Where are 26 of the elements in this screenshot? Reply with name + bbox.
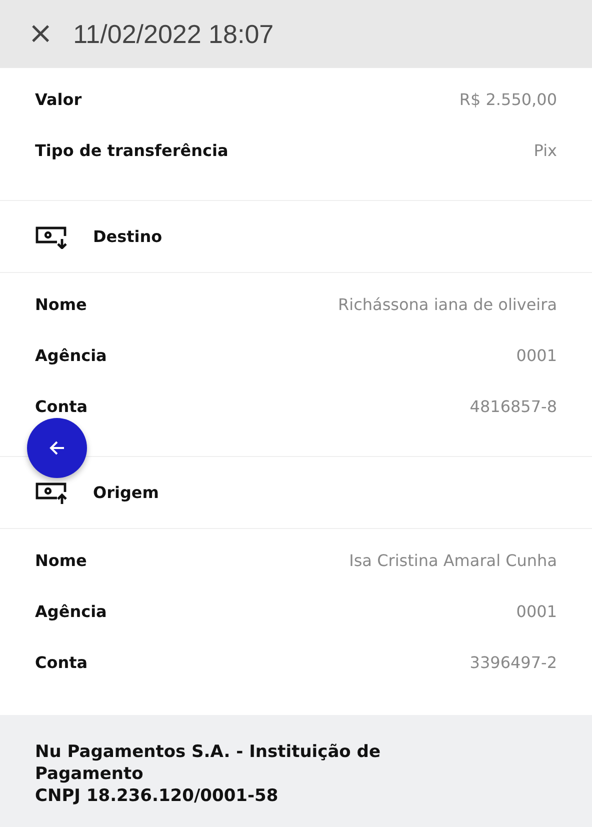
arrow-left-icon [48, 439, 66, 457]
close-button[interactable]: × [24, 19, 58, 49]
money-in-icon [35, 224, 69, 248]
field-label: Agência [35, 346, 107, 365]
footer-text: CNPJ 18.236.120/0001-58 [35, 785, 280, 808]
field-value: 0001 [516, 602, 557, 621]
field-value: 0001 [516, 346, 557, 365]
field-label: Conta [35, 397, 88, 416]
section-title: Origem [93, 483, 159, 502]
field-label: Tipo de transferência [35, 141, 228, 160]
field-value: 3396497-2 [470, 653, 557, 672]
field-label: Valor [35, 90, 82, 109]
field-value: Isa Cristina Amaral Cunha [349, 551, 557, 570]
field-label: Nome [35, 295, 87, 314]
field-value: Richássona iana de oliveira [338, 295, 557, 314]
field-value: R$ 2.550,00 [459, 90, 557, 109]
field-value: Pix [534, 141, 557, 160]
money-out-icon [35, 480, 69, 504]
field-label: Agência [35, 602, 107, 621]
transfer-date: 11/02/2022 18:07 [73, 18, 274, 50]
field-label: Conta [35, 653, 88, 672]
back-button[interactable] [27, 418, 87, 478]
field-value: 4816857-8 [470, 397, 557, 416]
field-label: Nome [35, 551, 87, 570]
footer-text: Nu Pagamentos S.A. - Instituição de Pagamento [35, 741, 382, 786]
section-title: Destino [93, 227, 162, 246]
